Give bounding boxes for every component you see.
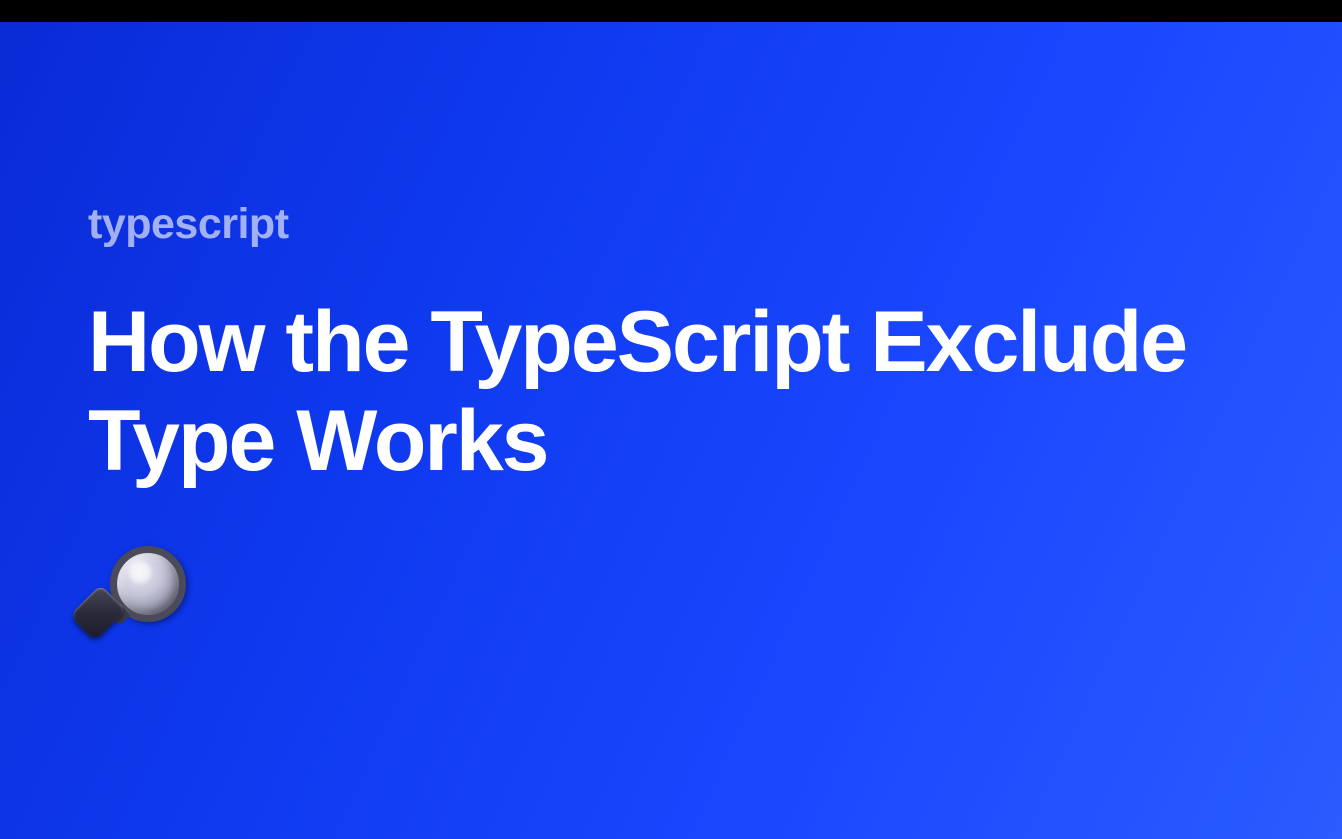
hero-banner: typescript How the TypeScript Exclude Ty…	[0, 22, 1342, 839]
magnifying-glass-icon	[88, 546, 198, 656]
article-title: How the TypeScript Exclude Type Works	[88, 293, 1254, 491]
top-black-bar	[0, 0, 1342, 22]
category-label: typescript	[88, 200, 1254, 249]
decorative-icon-container	[88, 546, 1254, 661]
